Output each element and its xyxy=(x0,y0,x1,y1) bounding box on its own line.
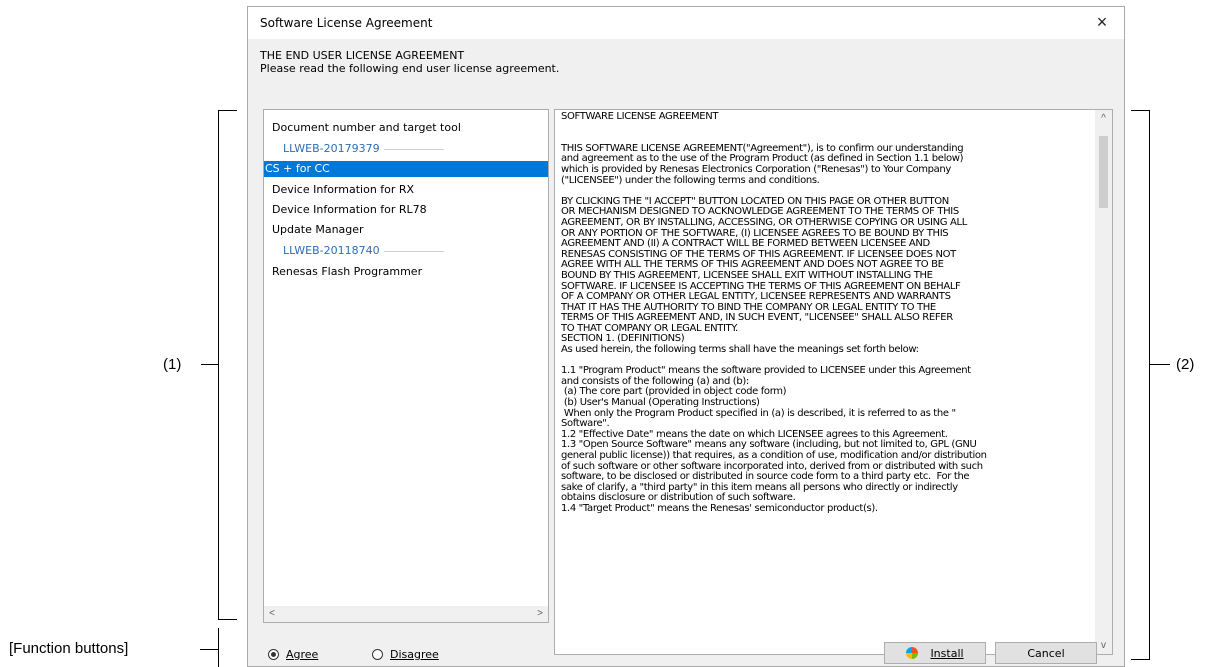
header-title: THE END USER LICENSE AGREEMENT xyxy=(260,49,465,62)
annotation-bottom-label: [Function buttons] xyxy=(9,640,129,657)
shield-icon xyxy=(906,647,919,659)
target-tool-list: Document number and target tool LLWEB-20… xyxy=(264,110,548,606)
list-item-renesas-flash-programmer[interactable]: Renesas Flash Programmer xyxy=(272,264,422,280)
annotation-right-label: (2) xyxy=(1176,356,1195,373)
scrollbar-thumb[interactable] xyxy=(1099,136,1108,208)
list-header: Document number and target tool xyxy=(272,121,461,134)
radio-unchecked-icon xyxy=(372,649,383,660)
annotation-left-bracket xyxy=(218,110,237,620)
annotation-left-tick xyxy=(201,364,218,365)
list-group-header: LLWEB-20118740 xyxy=(283,243,444,259)
list-item-device-info-rx[interactable]: Device Information for RX xyxy=(272,182,414,198)
vertical-scrollbar[interactable]: ^ v xyxy=(1095,110,1112,654)
list-item-device-info-rl78[interactable]: Device Information for RL78 xyxy=(272,202,427,218)
scroll-down-icon[interactable]: v xyxy=(1095,637,1112,654)
annotation-bottom-vbar xyxy=(218,628,219,667)
annotation-right-tick xyxy=(1150,364,1170,365)
title-bar: Software License Agreement × xyxy=(248,7,1124,39)
dialog-title: Software License Agreement xyxy=(260,16,433,30)
scroll-right-icon[interactable]: > xyxy=(532,606,548,622)
cancel-label: Cancel xyxy=(1027,646,1065,660)
agree-radio[interactable]: Agree xyxy=(268,648,318,661)
header-subtitle: Please read the following end user licen… xyxy=(260,62,560,75)
scroll-up-icon[interactable]: ^ xyxy=(1095,110,1112,127)
annotation-right-bracket xyxy=(1131,110,1150,660)
list-item-update-manager[interactable]: Update Manager xyxy=(272,222,364,238)
disagree-radio[interactable]: Disagree xyxy=(372,648,439,661)
install-button[interactable]: Install xyxy=(884,642,986,664)
list-item-cs-for-cc[interactable]: CS + for CC xyxy=(264,161,548,177)
target-tool-list-panel: Document number and target tool LLWEB-20… xyxy=(263,109,549,623)
license-text-panel: SOFTWARE LICENSE AGREEMENT THIS SOFTWARE… xyxy=(554,109,1113,655)
close-icon[interactable]: × xyxy=(1090,10,1114,34)
license-dialog: Software License Agreement × THE END USE… xyxy=(247,6,1125,667)
annotation-left-label: (1) xyxy=(163,356,182,373)
scroll-left-icon[interactable]: < xyxy=(264,606,280,622)
license-text: SOFTWARE LICENSE AGREEMENT THIS SOFTWARE… xyxy=(561,112,987,514)
radio-checked-icon xyxy=(268,649,279,660)
disagree-label: Disagree xyxy=(390,648,439,661)
agree-label: Agree xyxy=(286,648,319,661)
install-label: Install xyxy=(930,646,964,660)
list-group-header: LLWEB-20179379 xyxy=(283,141,444,157)
horizontal-scrollbar[interactable]: < > xyxy=(264,606,548,622)
annotation-bottom-bracket xyxy=(200,649,218,650)
cancel-button[interactable]: Cancel xyxy=(995,642,1097,664)
